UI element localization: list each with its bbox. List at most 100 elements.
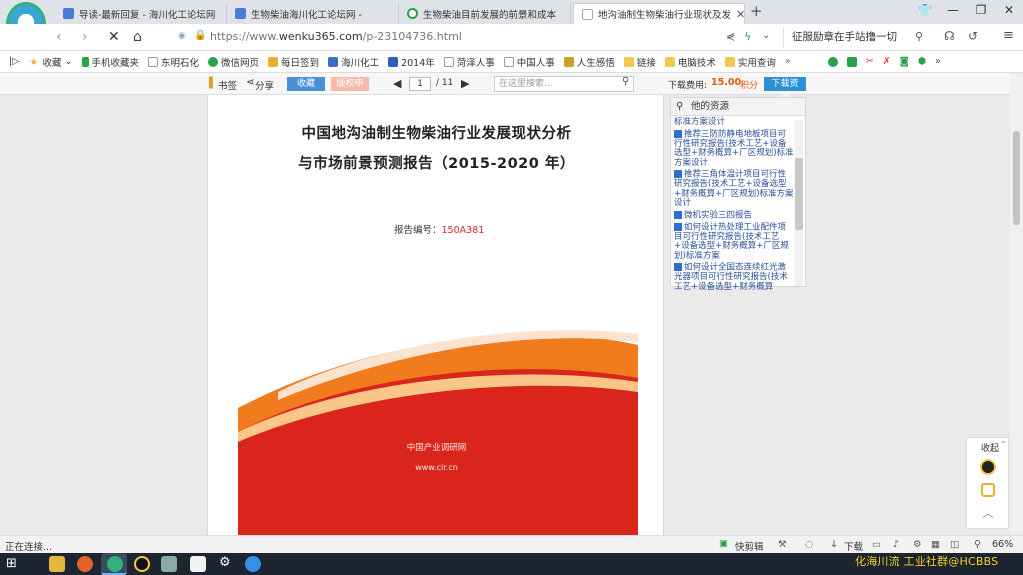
page-icon[interactable]: ▭ xyxy=(872,539,881,550)
main-scroll-thumb[interactable] xyxy=(1013,131,1020,225)
qq-icon[interactable] xyxy=(980,459,996,475)
related-resources-panel: ⚲ 他的资源 标准方案设计 推荐三防防静电地板项目可行性研究报告(技术工艺+设备选… xyxy=(670,97,806,291)
settings-icon[interactable]: ⚙ xyxy=(913,539,922,550)
lightning-icon[interactable]: ϟ xyxy=(744,30,751,43)
main-scrollbar[interactable] xyxy=(1010,73,1023,535)
file-explorer-icon[interactable] xyxy=(49,556,65,572)
extension-icon[interactable] xyxy=(827,56,838,67)
extension-icon[interactable] xyxy=(846,56,857,67)
zoom-icon[interactable]: ⚲ xyxy=(974,539,981,550)
back-to-top-icon[interactable]: ︿ xyxy=(982,504,994,521)
back-icon[interactable]: ‹ xyxy=(56,29,62,45)
translate-icon[interactable]: ✗ xyxy=(883,56,891,67)
tab-label: 导读-最新回复 - 海川化工论坛网 xyxy=(79,9,216,21)
bookmark-folder[interactable]: 链接 xyxy=(623,55,656,69)
search-input[interactable]: 征服励章在手站撸一切 xyxy=(783,27,933,47)
scissors-icon[interactable]: ✂ xyxy=(866,56,874,67)
bookmark-item[interactable]: 每日签到 xyxy=(268,55,319,69)
url-field[interactable]: https://www.wenku365.com/p-23104736.html xyxy=(210,30,462,43)
bookmark-item[interactable]: ★ 收藏 ⌄ xyxy=(30,55,73,69)
next-page-icon[interactable]: ▶ xyxy=(461,77,469,90)
bookmark-item[interactable]: 人生感悟 xyxy=(563,55,615,69)
forward-icon[interactable]: › xyxy=(82,29,88,45)
favorite-button[interactable]: 收藏 xyxy=(287,77,325,91)
bookmark-folder[interactable]: 电脑技术 xyxy=(664,55,716,69)
close-tab-icon[interactable]: ✕ xyxy=(736,8,744,21)
skin-icon[interactable]: 👕 xyxy=(912,3,938,17)
watermark-text: 化海川流 工业社群@HCBBS xyxy=(855,555,999,568)
bookmark-button[interactable]: 书签 xyxy=(218,78,237,92)
list-item[interactable]: 如何设计热处理工业配件项目可行性研究报告(技术工艺+设备选型+财务概算+厂区规划… xyxy=(674,222,794,262)
search-icon[interactable]: ⚲ xyxy=(622,76,629,87)
sound-icon[interactable]: ♪ xyxy=(893,539,899,550)
share-icon[interactable]: ⋞ xyxy=(726,30,735,43)
list-item[interactable]: 标准方案设计 xyxy=(674,117,794,128)
close-window-button[interactable]: ✕ xyxy=(996,3,1022,17)
list-item[interactable]: 推荐三防防静电地板项目可行性研究报告(技术工艺+设备选型+财务概算+厂区规划)标… xyxy=(674,129,794,169)
layout-icon[interactable]: ▦ xyxy=(931,539,940,550)
panel-scrollbar[interactable] xyxy=(795,120,803,286)
bookmark-icon: ▌ xyxy=(209,78,217,89)
home-icon[interactable]: ⌂ xyxy=(133,29,142,45)
panel-scroll-thumb[interactable] xyxy=(795,158,803,230)
game-icon[interactable]: ◙ xyxy=(900,56,909,67)
tool-icon[interactable]: ⚒ xyxy=(778,539,787,550)
cover-url-text: www.cir.cn xyxy=(415,463,458,472)
firefox-icon[interactable] xyxy=(77,556,93,572)
zoom-level[interactable]: 66% xyxy=(992,539,1013,550)
qq-task-icon[interactable] xyxy=(134,556,150,572)
bookmark-item[interactable]: 海川化工 xyxy=(328,55,379,69)
bookmark-item[interactable]: 2014年 xyxy=(388,55,435,69)
headphone-icon[interactable]: ☊ xyxy=(944,29,955,43)
wechat-icon xyxy=(208,56,219,67)
tab-2[interactable]: 生物柴油海川化工论坛网 - xyxy=(227,3,399,24)
settings-task-icon[interactable]: ⚙ xyxy=(219,555,231,570)
bookmarks-toggle-icon[interactable]: |▷ xyxy=(9,56,20,67)
shield-ext-icon[interactable]: ⬢ xyxy=(918,56,926,67)
download-button[interactable]: 下载 xyxy=(844,539,863,553)
stop-icon[interactable]: ✕ xyxy=(108,29,120,45)
collapse-button[interactable]: 收起 xyxy=(981,441,999,454)
bookmark-item[interactable]: 东明石化 xyxy=(148,55,199,69)
app-icon[interactable] xyxy=(161,556,177,572)
more-ext-icon[interactable]: » xyxy=(935,56,941,67)
cover-org-text: 中国产业调研网 xyxy=(406,443,467,453)
copyright-report-button[interactable]: 版权申诉 xyxy=(331,77,369,103)
bookmark-item[interactable]: 菏泽人事 xyxy=(443,55,495,69)
tab-1[interactable]: 导读-最新回复 - 海川化工论坛网 xyxy=(55,3,227,24)
list-item[interactable]: 微机实验三四报告 xyxy=(674,210,794,221)
dropdown-icon[interactable]: ⌄ xyxy=(762,30,770,41)
minimize-button[interactable]: — xyxy=(940,3,966,17)
search-icon[interactable]: ⚲ xyxy=(915,30,923,43)
maximize-button[interactable]: ❐ xyxy=(968,3,994,17)
feedback-icon[interactable] xyxy=(981,483,995,497)
ring-icon[interactable]: ◌ xyxy=(805,539,813,550)
menu-icon[interactable]: ≡ xyxy=(1003,28,1014,43)
bookmark-folder[interactable]: 实用查询 xyxy=(724,55,776,69)
share-button[interactable]: 分享 xyxy=(255,78,274,92)
box-icon[interactable]: ◫ xyxy=(950,539,959,550)
tab-4[interactable]: 地沟油制生物柴油行业现状及发 ✕ xyxy=(573,3,745,24)
list-item[interactable]: 如何设计全国态连续红光激光器项目可行性研究报告(技术工艺+设备选型+财务概算 xyxy=(674,263,794,292)
undo-icon[interactable]: ↺ xyxy=(968,29,978,43)
cover-graphic xyxy=(238,330,638,535)
more-bookmarks-icon[interactable]: » xyxy=(785,56,791,67)
tab-3[interactable]: 生物柴油目前发展的前景和成本 xyxy=(399,3,571,24)
doc-search-input[interactable]: 在这里搜索... xyxy=(494,76,634,92)
download-icon[interactable]: ↓ xyxy=(830,539,838,550)
page-number-input[interactable]: 1 xyxy=(409,77,431,91)
new-tab-button[interactable]: + xyxy=(750,2,763,20)
tab-label: 地沟油制生物柴油行业现状及发 xyxy=(598,10,732,21)
bookmark-item[interactable]: 手机收藏夹 xyxy=(81,55,139,69)
bookmark-item[interactable]: 中国人事 xyxy=(503,55,555,69)
notepad-icon[interactable] xyxy=(190,556,206,572)
tab-label: 生物柴油海川化工论坛网 - xyxy=(251,9,362,21)
list-item[interactable]: 推荐三角体温计项目可行性研究报告(技术工艺+设备选型+财务概算+厂区规划)标准方… xyxy=(674,170,794,209)
windows-start-icon[interactable]: ⊞ xyxy=(6,556,17,571)
quick-cut-button[interactable]: 快剪辑 xyxy=(735,539,764,553)
bookmark-item[interactable]: 微信网页 xyxy=(208,55,259,69)
download-resource-button[interactable]: 下载资源 xyxy=(764,77,806,103)
document-page: 中国地沟油制生物柴油行业发展现状分析 与市场前景预测报告（2015-2020 年… xyxy=(207,95,664,535)
prev-page-icon[interactable]: ◀ xyxy=(393,77,401,90)
app-blue-icon[interactable] xyxy=(245,556,261,572)
